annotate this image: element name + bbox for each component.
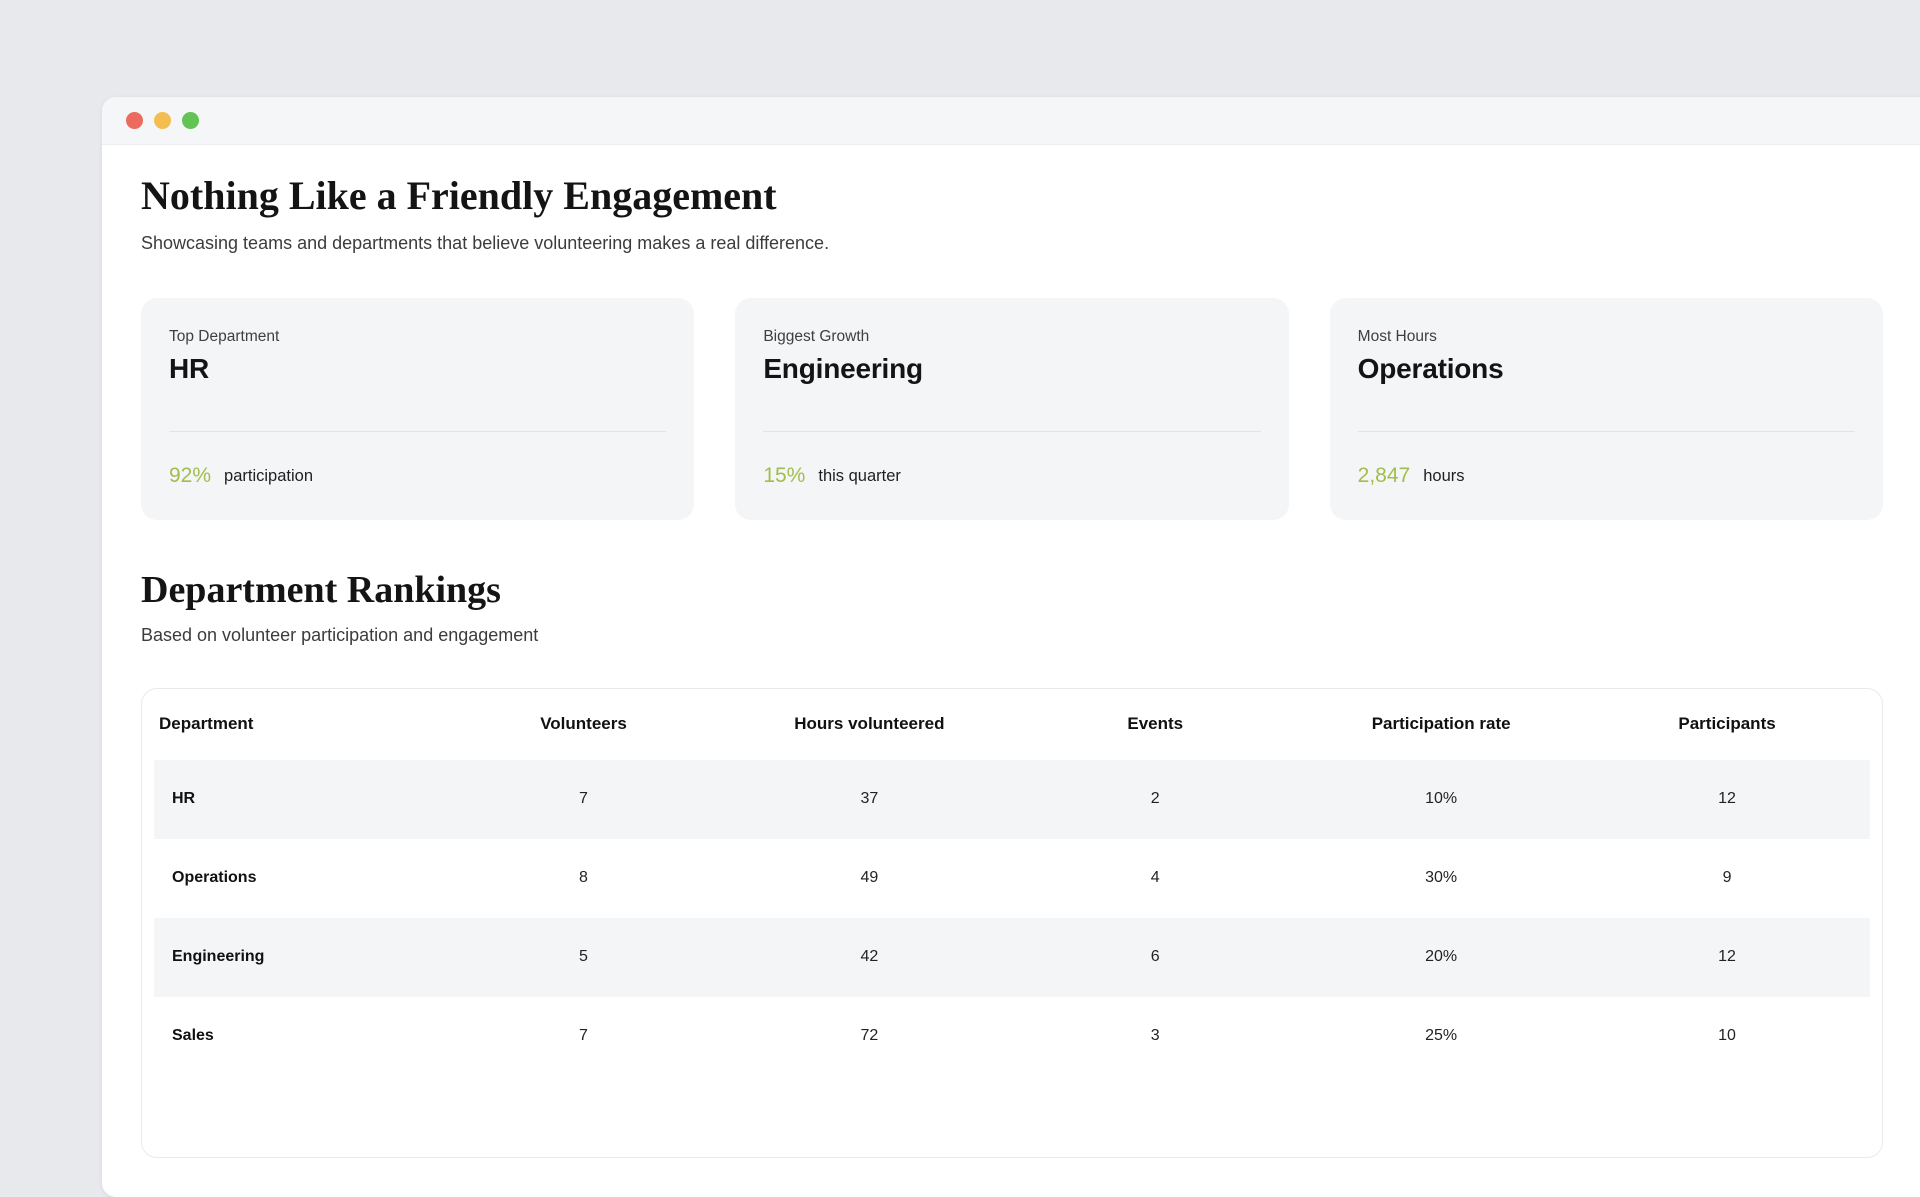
cell-hours: 42 xyxy=(726,918,1012,997)
cell-department: Engineering xyxy=(154,918,441,997)
cell-participants: 10 xyxy=(1584,997,1870,1076)
col-header-hours: Hours volunteered xyxy=(726,689,1012,760)
table-row: Engineering 5 42 6 20% 12 xyxy=(154,918,1870,997)
cell-participation-rate: 30% xyxy=(1298,839,1584,918)
cell-participants: 12 xyxy=(1584,760,1870,839)
stat-card-footer: 2,847 hours xyxy=(1358,432,1855,520)
window-close-button[interactable] xyxy=(126,112,143,129)
cell-events: 6 xyxy=(1012,918,1298,997)
section-subtitle: Based on volunteer participation and eng… xyxy=(141,625,1883,646)
rankings-table-card: Department Volunteers Hours volunteered … xyxy=(141,688,1883,1158)
stat-unit: this quarter xyxy=(818,467,901,486)
browser-window: Nothing Like a Friendly Engagement Showc… xyxy=(102,97,1920,1197)
stat-card-footer: 92% participation xyxy=(169,432,666,520)
table-row: Operations 8 49 4 30% 9 xyxy=(154,839,1870,918)
stat-card-label: Top Department xyxy=(169,328,666,346)
col-header-events: Events xyxy=(1012,689,1298,760)
stat-card-footer: 15% this quarter xyxy=(763,432,1260,520)
cell-volunteers: 5 xyxy=(441,918,727,997)
cell-participation-rate: 20% xyxy=(1298,918,1584,997)
stat-card-biggest-growth: Biggest Growth Engineering 15% this quar… xyxy=(735,298,1288,520)
stat-number: 92% xyxy=(169,464,211,488)
section-title: Department Rankings xyxy=(141,570,1883,612)
rankings-table: Department Volunteers Hours volunteered … xyxy=(154,689,1870,1076)
cell-hours: 49 xyxy=(726,839,1012,918)
stat-number: 15% xyxy=(763,464,805,488)
page-title: Nothing Like a Friendly Engagement xyxy=(141,173,1883,219)
cell-volunteers: 7 xyxy=(441,997,727,1076)
cell-events: 3 xyxy=(1012,997,1298,1076)
cell-hours: 37 xyxy=(726,760,1012,839)
window-maximize-button[interactable] xyxy=(182,112,199,129)
stat-unit: hours xyxy=(1423,467,1464,486)
window-titlebar xyxy=(102,97,1920,145)
cell-participants: 9 xyxy=(1584,839,1870,918)
table-header-row: Department Volunteers Hours volunteered … xyxy=(154,689,1870,760)
cell-department: Operations xyxy=(154,839,441,918)
window-minimize-button[interactable] xyxy=(154,112,171,129)
cell-participation-rate: 25% xyxy=(1298,997,1584,1076)
cell-department: HR xyxy=(154,760,441,839)
stat-unit: participation xyxy=(224,467,313,486)
col-header-volunteers: Volunteers xyxy=(441,689,727,760)
cell-volunteers: 8 xyxy=(441,839,727,918)
cell-events: 4 xyxy=(1012,839,1298,918)
cell-participants: 12 xyxy=(1584,918,1870,997)
page-subtitle: Showcasing teams and departments that be… xyxy=(141,231,1883,256)
cell-events: 2 xyxy=(1012,760,1298,839)
col-header-participants: Participants xyxy=(1584,689,1870,760)
stat-number: 2,847 xyxy=(1358,464,1411,488)
page-content: Nothing Like a Friendly Engagement Showc… xyxy=(102,145,1883,1158)
cell-volunteers: 7 xyxy=(441,760,727,839)
cell-hours: 72 xyxy=(726,997,1012,1076)
stat-card-value: Operations xyxy=(1358,353,1855,385)
stat-card-label: Most Hours xyxy=(1358,328,1855,346)
stat-card-most-hours: Most Hours Operations 2,847 hours xyxy=(1330,298,1883,520)
stat-card-label: Biggest Growth xyxy=(763,328,1260,346)
table-row: HR 7 37 2 10% 12 xyxy=(154,760,1870,839)
stat-card-value: Engineering xyxy=(763,353,1260,385)
col-header-participation-rate: Participation rate xyxy=(1298,689,1584,760)
stat-cards-row: Top Department HR 92% participation Bigg… xyxy=(141,298,1883,520)
stat-card-value: HR xyxy=(169,353,666,385)
cell-participation-rate: 10% xyxy=(1298,760,1584,839)
col-header-department: Department xyxy=(154,689,441,760)
cell-department: Sales xyxy=(154,997,441,1076)
table-row: Sales 7 72 3 25% 10 xyxy=(154,997,1870,1076)
stat-card-top-department: Top Department HR 92% participation xyxy=(141,298,694,520)
